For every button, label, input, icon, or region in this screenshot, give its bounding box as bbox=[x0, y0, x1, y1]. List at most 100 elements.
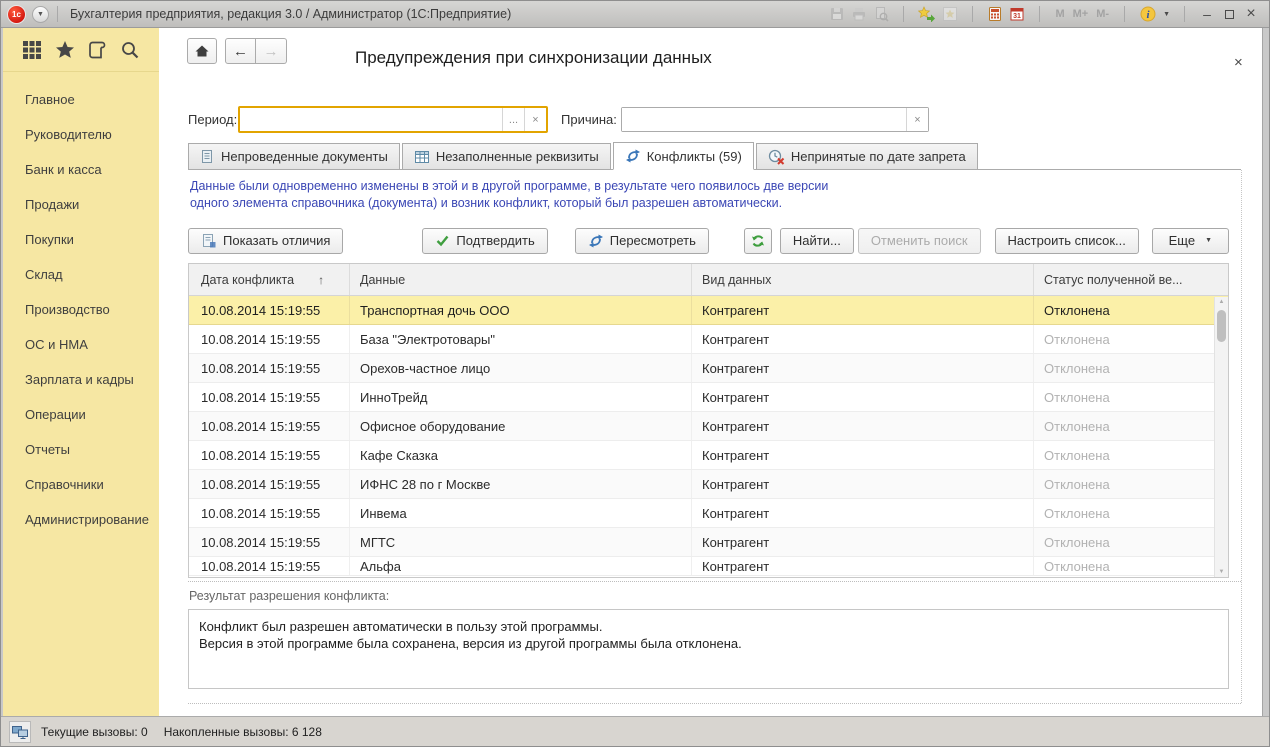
titlebar-separator bbox=[1124, 6, 1125, 22]
tab-neprovedennye-dokumenty[interactable]: Непроведенные документы bbox=[188, 143, 400, 169]
splitter-dashed-line[interactable] bbox=[188, 581, 1241, 582]
cell-data: База "Электротовары" bbox=[350, 325, 692, 353]
list-toolbar: Показать отличия Подтвердить Пересмотрет… bbox=[188, 227, 1229, 254]
maximize-button[interactable] bbox=[1221, 6, 1237, 22]
sidebar-item-spravochniki[interactable]: Справочники bbox=[3, 467, 159, 502]
home-icon bbox=[194, 43, 210, 59]
cancel-search-button: Отменить поиск bbox=[858, 228, 981, 254]
main-content: ← → Предупреждения при синхронизации дан… bbox=[159, 28, 1269, 716]
forward-button[interactable]: → bbox=[256, 38, 287, 64]
server-calls-icon[interactable] bbox=[9, 721, 31, 743]
home-button[interactable] bbox=[187, 38, 217, 64]
result-textbox[interactable]: Конфликт был разрешен автоматически в по… bbox=[188, 609, 1229, 689]
reason-clear-button[interactable]: × bbox=[906, 108, 928, 131]
column-header-data[interactable]: Данные bbox=[350, 264, 692, 295]
period-clear-button[interactable]: × bbox=[524, 108, 546, 131]
tab-neprinyatye-po-date-zapreta[interactable]: Непринятые по дате запрета bbox=[756, 143, 978, 169]
sidebar: Главное Руководителю Банк и касса Продаж… bbox=[1, 28, 159, 716]
sidebar-item-operatsii[interactable]: Операции bbox=[3, 397, 159, 432]
favorites-star-icon[interactable] bbox=[54, 39, 76, 61]
cell-data: Альфа bbox=[350, 557, 692, 575]
table-row[interactable]: 10.08.2014 15:19:55 Офисное оборудование… bbox=[189, 412, 1228, 441]
scroll-up-icon[interactable]: ▲ bbox=[1215, 299, 1228, 305]
sidebar-item-zarplata-i-kadry[interactable]: Зарплата и кадры bbox=[3, 362, 159, 397]
column-label: Дата конфликта bbox=[201, 273, 294, 287]
table-row[interactable]: 10.08.2014 15:19:55 Транспортная дочь ОО… bbox=[189, 296, 1228, 325]
sidebar-item-os-i-nma[interactable]: ОС и НМА bbox=[3, 327, 159, 362]
reason-field-group: × bbox=[621, 107, 929, 132]
tab-konflikty[interactable]: Конфликты (59) bbox=[613, 142, 754, 170]
splitter-dashed-line[interactable] bbox=[188, 703, 1241, 704]
sidebar-item-sklad[interactable]: Склад bbox=[3, 257, 159, 292]
1c-logo-icon[interactable]: 1с bbox=[7, 5, 26, 24]
cell-kind: Контрагент bbox=[692, 528, 1034, 556]
table-row[interactable]: 10.08.2014 15:19:55 Инвема Контрагент От… bbox=[189, 499, 1228, 528]
sidebar-item-bank-i-kassa[interactable]: Банк и касса bbox=[3, 152, 159, 187]
titlebar: 1с ▼ Бухгалтерия предприятия, редакция 3… bbox=[1, 1, 1269, 28]
column-header-date[interactable]: Дата конфликта ↑ bbox=[189, 264, 350, 295]
back-button[interactable]: ← bbox=[225, 38, 256, 64]
sidebar-item-proizvodstvo[interactable]: Производство bbox=[3, 292, 159, 327]
sidebar-item-glavnoe[interactable]: Главное bbox=[3, 82, 159, 117]
tab-nezapolnennye-rekvizity[interactable]: Незаполненные реквизиты bbox=[402, 143, 611, 169]
find-button[interactable]: Найти... bbox=[780, 228, 854, 254]
search-icon[interactable] bbox=[119, 39, 141, 61]
titlebar-separator bbox=[903, 6, 904, 22]
sidebar-item-rukovoditelyu[interactable]: Руководителю bbox=[3, 117, 159, 152]
refresh-button[interactable] bbox=[744, 228, 772, 254]
cell-kind: Контрагент bbox=[692, 557, 1034, 575]
period-input[interactable] bbox=[240, 108, 502, 131]
close-button[interactable]: × bbox=[1243, 6, 1259, 22]
review-button[interactable]: Пересмотреть bbox=[575, 228, 709, 254]
table-row[interactable]: 10.08.2014 15:19:55 Кафе Сказка Контраге… bbox=[189, 441, 1228, 470]
table-scrollbar[interactable]: ▲ ▼ bbox=[1214, 297, 1228, 577]
minimize-button[interactable]: – bbox=[1199, 6, 1215, 22]
column-header-status[interactable]: Статус полученной ве... bbox=[1034, 264, 1228, 295]
scrollbar-thumb[interactable] bbox=[1217, 310, 1226, 342]
clock-forbidden-icon bbox=[768, 149, 785, 165]
conflict-info-text: Данные были одновременно изменены в этой… bbox=[190, 178, 828, 212]
calendar-icon[interactable]: 31 bbox=[1009, 6, 1025, 22]
sidebar-item-pokupki[interactable]: Покупки bbox=[3, 222, 159, 257]
table-row[interactable]: 10.08.2014 15:19:55 МГТС Контрагент Откл… bbox=[189, 528, 1228, 557]
period-label: Период: bbox=[188, 112, 237, 127]
reason-label: Причина: bbox=[561, 112, 617, 127]
history-icon[interactable] bbox=[86, 39, 108, 61]
show-differences-button[interactable]: Показать отличия bbox=[188, 228, 343, 254]
print-icon bbox=[851, 6, 867, 22]
form-close-icon[interactable]: × bbox=[1234, 54, 1243, 71]
period-field-group: ... × bbox=[238, 106, 548, 133]
table-row[interactable]: 10.08.2014 15:19:55 ИФНС 28 по г Москве … bbox=[189, 470, 1228, 499]
button-label: Отменить поиск bbox=[871, 233, 968, 248]
cell-date: 10.08.2014 15:19:55 bbox=[189, 499, 350, 527]
current-calls-text: Текущие вызовы: 0 bbox=[41, 725, 148, 739]
period-ellipsis-button[interactable]: ... bbox=[502, 108, 524, 131]
cell-kind: Контрагент bbox=[692, 325, 1034, 353]
reason-input[interactable] bbox=[622, 108, 906, 131]
sections-menu-icon[interactable] bbox=[21, 39, 43, 61]
document-icon bbox=[200, 149, 215, 165]
sidebar-item-administrirovanie[interactable]: Администрирование bbox=[3, 502, 159, 537]
page-title: Предупреждения при синхронизации данных bbox=[355, 48, 712, 68]
info-dropdown-icon[interactable]: ▼ bbox=[1163, 11, 1170, 18]
configure-list-button[interactable]: Настроить список... bbox=[995, 228, 1139, 254]
main-menu-dropdown-icon[interactable]: ▼ bbox=[32, 6, 49, 23]
tab-bar: Непроведенные документы Незаполненные ре… bbox=[188, 143, 1241, 170]
table-row[interactable]: 10.08.2014 15:19:55 Альфа Контрагент Отк… bbox=[189, 557, 1228, 576]
table-row[interactable]: 10.08.2014 15:19:55 Орехов-частное лицо … bbox=[189, 354, 1228, 383]
calculator-icon[interactable] bbox=[987, 6, 1003, 22]
info-icon[interactable]: i bbox=[1139, 5, 1157, 23]
statusbar: Текущие вызовы: 0 Накопленные вызовы: 6 … bbox=[1, 716, 1269, 746]
sidebar-item-prodazhi[interactable]: Продажи bbox=[3, 187, 159, 222]
column-header-kind[interactable]: Вид данных bbox=[692, 264, 1034, 295]
more-button[interactable]: Еще ▼ bbox=[1152, 228, 1229, 254]
table-row[interactable]: 10.08.2014 15:19:55 ИнноТрейд Контрагент… bbox=[189, 383, 1228, 412]
memory-m-button: M bbox=[1054, 8, 1065, 20]
scroll-down-icon[interactable]: ▼ bbox=[1215, 569, 1228, 575]
cell-status: Отклонена bbox=[1034, 528, 1228, 556]
table-row[interactable]: 10.08.2014 15:19:55 База "Электротовары"… bbox=[189, 325, 1228, 354]
chevron-down-icon: ▼ bbox=[1205, 237, 1212, 244]
sidebar-item-otchety[interactable]: Отчеты bbox=[3, 432, 159, 467]
add-favorite-icon[interactable] bbox=[918, 6, 936, 22]
confirm-button[interactable]: Подтвердить bbox=[422, 228, 547, 254]
